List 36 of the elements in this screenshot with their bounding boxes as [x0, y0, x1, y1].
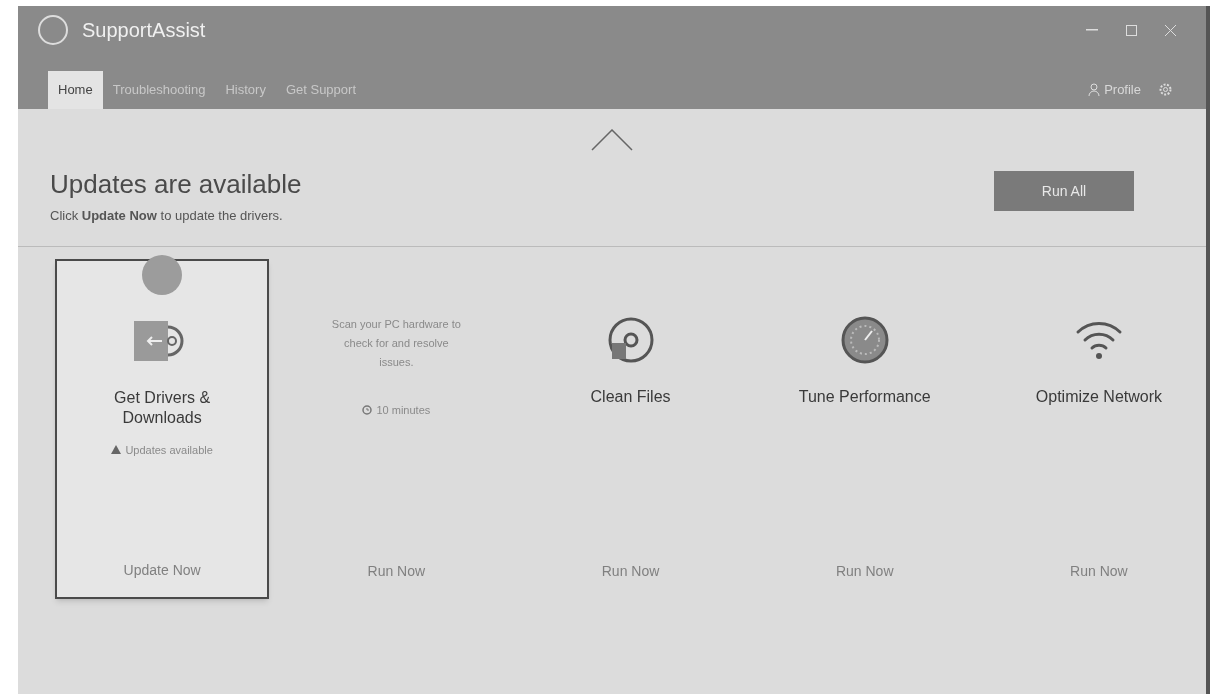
action-button[interactable]: Run Now	[593, 556, 668, 586]
settings-icon[interactable]	[1159, 82, 1172, 96]
maximize-icon[interactable]	[1126, 24, 1137, 36]
minimize-icon[interactable]	[1086, 29, 1098, 31]
collapse-chevron-icon[interactable]	[591, 129, 633, 151]
feature-card[interactable]: Get Drivers & Downloads Updates available Update Now	[55, 258, 270, 599]
person-icon	[1088, 82, 1101, 96]
card-title: Get Drivers & Downloads	[113, 387, 212, 428]
card-description: Scan your PC hardware to check for and resolve issues.	[331, 316, 462, 370]
banner-subtitle: Click Update Now to update the drivers.	[50, 207, 284, 225]
feature-card[interactable]: Clean Files Run Now	[523, 258, 738, 599]
feature-card[interactable]: Tune Performance Run Now	[757, 258, 972, 599]
nav-tab[interactable]: Troubleshooting	[102, 71, 216, 109]
status-text: Updates available	[125, 442, 213, 458]
action-button[interactable]: Run Now	[359, 556, 434, 586]
duration-text: 10 minutes	[376, 402, 431, 418]
feature-card[interactable]: Scan your PC hardware to check for and resolve issues. 10 minutes Run Now	[289, 258, 504, 599]
action-button[interactable]: Update Now	[115, 555, 209, 585]
action-button[interactable]: Run Now	[827, 556, 902, 586]
clock-icon	[362, 404, 373, 415]
app-title: SupportAssist	[82, 18, 206, 43]
profile-button[interactable]: Profile	[1088, 79, 1141, 99]
card-title: Tune Performance	[797, 386, 932, 407]
gauge-icon	[839, 314, 890, 365]
nav-tab[interactable]: Get Support	[275, 71, 366, 109]
logo-icon	[38, 15, 68, 45]
card-title: Optimize Network	[1034, 386, 1164, 407]
action-button[interactable]: Run Now	[1062, 556, 1136, 586]
card-title: Clean Files	[589, 386, 672, 407]
run-all-button[interactable]: Run All	[994, 171, 1134, 211]
feature-card[interactable]: Optimize Network Run Now	[991, 258, 1206, 599]
close-icon[interactable]	[1165, 24, 1176, 36]
banner-title: Updates are available	[50, 168, 302, 201]
warning-icon	[111, 445, 122, 455]
nav-tab[interactable]: History	[215, 71, 276, 109]
nav-tab[interactable]: Home	[48, 71, 103, 109]
